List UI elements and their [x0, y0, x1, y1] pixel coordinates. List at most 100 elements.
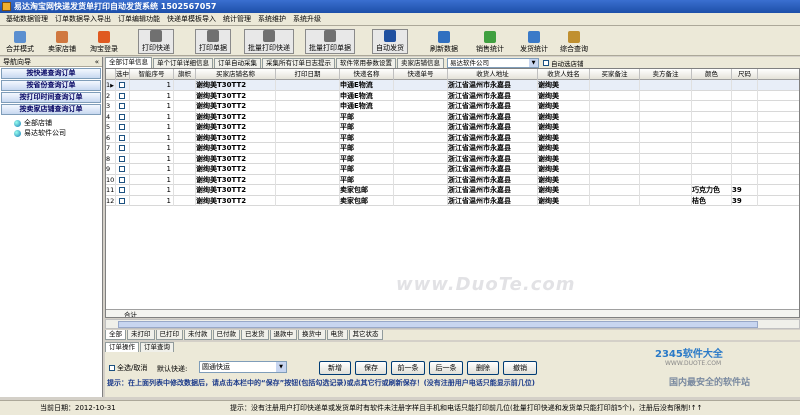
menu-item-stats[interactable]: 统计管理 — [223, 14, 251, 24]
flag-cell[interactable] — [174, 174, 196, 185]
filter-tab[interactable]: 已发货 — [241, 330, 269, 340]
seller-shop-button[interactable]: 卖家店铺 — [48, 29, 76, 54]
table-row[interactable]: 4 1 谢绚美T30TT2 平邮 浙江省温州市永嘉县 谢绚美 — [106, 111, 799, 122]
column-header[interactable]: 选中 — [116, 69, 130, 80]
row-select-checkbox[interactable] — [116, 195, 130, 206]
nav-query-by-shop[interactable]: 按卖家店铺查询订单 — [1, 104, 101, 115]
row-select-checkbox[interactable] — [116, 111, 130, 122]
filter-tab[interactable]: 电货 — [326, 330, 348, 340]
flag-cell[interactable] — [174, 164, 196, 175]
next-button[interactable]: 后一条 — [429, 361, 463, 375]
row-select-checkbox[interactable] — [116, 164, 130, 175]
flag-cell[interactable] — [174, 195, 196, 206]
filter-tab[interactable]: 全部 — [105, 330, 126, 340]
print-document-button[interactable]: 打印单据 — [195, 29, 231, 54]
save-button[interactable]: 保存 — [355, 361, 387, 375]
row-select-checkbox[interactable] — [116, 90, 130, 101]
row-select-checkbox[interactable] — [116, 153, 130, 164]
filter-tab[interactable]: 未付款 — [184, 330, 212, 340]
add-button[interactable]: 新增 — [319, 361, 351, 375]
filter-tab[interactable]: 换货中 — [298, 330, 326, 340]
previous-button[interactable]: 前一条 — [391, 361, 425, 375]
collapse-icon[interactable]: « — [95, 57, 99, 67]
table-row[interactable]: 11 1 谢绚美T30TT2 卖家包邮 浙江省温州市永嘉县 谢绚美 巧克力色 39 — [106, 185, 799, 196]
batch-print-express-button[interactable]: 批量打印快递 — [244, 29, 294, 54]
tab-order-ops[interactable]: 订单操作 — [105, 342, 139, 352]
table-row[interactable]: 7 1 谢绚美T30TT2 平邮 浙江省温州市永嘉县 谢绚美 — [106, 143, 799, 154]
filter-tab[interactable]: 已付款 — [212, 330, 240, 340]
nav-query-by-province[interactable]: 按省份查询订单 — [1, 80, 101, 91]
auto-select-shop-checkbox[interactable]: 自动选店铺 — [543, 58, 584, 68]
table-row[interactable]: 9 1 谢绚美T30TT2 平邮 浙江省温州市永嘉县 谢绚美 — [106, 164, 799, 175]
row-select-checkbox[interactable] — [116, 132, 130, 143]
taobao-login-button[interactable]: 淘宝登录 — [90, 29, 118, 54]
table-row[interactable]: 2 1 谢绚美T30TT2 申通E物流 浙江省温州市永嘉县 谢绚美 — [106, 90, 799, 101]
print-express-button[interactable]: 打印快递 — [138, 29, 174, 54]
filter-tab[interactable]: 退款中 — [269, 330, 297, 340]
auto-ship-button[interactable]: 自动发货 — [372, 29, 408, 54]
tree-item-yida[interactable]: 易达软件公司 — [14, 128, 102, 138]
column-header[interactable]: 买家店铺名称 — [196, 69, 276, 80]
tree-item-all-shops[interactable]: 全部店铺 — [14, 118, 102, 128]
tab-shop-info[interactable]: 卖家店铺信息 — [397, 58, 444, 68]
menu-item-order-edit[interactable]: 订单编辑功能 — [118, 14, 160, 24]
menu-item-maintenance[interactable]: 系统维护 — [258, 14, 286, 24]
filter-tab[interactable]: 已打印 — [155, 330, 183, 340]
column-header[interactable]: 颜色 — [692, 69, 732, 80]
row-select-checkbox[interactable] — [116, 101, 130, 112]
table-row[interactable]: 6 1 谢绚美T30TT2 平邮 浙江省温州市永嘉县 谢绚美 — [106, 132, 799, 143]
column-header[interactable]: 收货人姓名 — [538, 69, 590, 80]
tab-settings[interactable]: 软件常用参数设置 — [336, 58, 396, 68]
column-header[interactable]: 旗帜 — [174, 69, 196, 80]
menu-item-basic-data[interactable]: 基础数据管理 — [6, 14, 48, 24]
tab-collect-log[interactable]: 采集所有订单日志提示 — [262, 58, 335, 68]
column-header[interactable]: 收货人地址 — [448, 69, 538, 80]
select-all-checkbox[interactable]: 全选/取消 — [109, 363, 147, 373]
flag-cell[interactable] — [174, 153, 196, 164]
general-query-button[interactable]: 综合查询 — [560, 29, 588, 54]
sales-stats-button[interactable]: 销售统计 — [476, 29, 504, 54]
tab-order-detail[interactable]: 单个订单详细信息 — [153, 58, 213, 68]
table-row[interactable]: 3 1 谢绚美T30TT2 申通E物流 浙江省温州市永嘉县 谢绚美 — [106, 101, 799, 112]
column-header[interactable]: 买家备注 — [590, 69, 640, 80]
flag-cell[interactable] — [174, 122, 196, 133]
column-header[interactable]: 快递单号 — [394, 69, 448, 80]
flag-cell[interactable] — [174, 80, 196, 91]
filter-tab[interactable]: 其它状态 — [348, 330, 383, 340]
menu-item-template-import[interactable]: 快递单模板导入 — [167, 14, 216, 24]
flag-cell[interactable] — [174, 101, 196, 112]
column-header[interactable]: 快递名称 — [340, 69, 394, 80]
column-header[interactable]: 智能序号 — [130, 69, 174, 80]
table-row[interactable]: 12 1 谢绚美T30TT2 卖家包邮 浙江省温州市永嘉县 谢绚美 桔色 39 — [106, 195, 799, 206]
flag-cell[interactable] — [174, 185, 196, 196]
menu-item-import-export[interactable]: 订单数据导入导出 — [55, 14, 111, 24]
table-row[interactable]: 1▶ 1 谢绚美T30TT2 申通E物流 浙江省温州市永嘉县 谢绚美 — [106, 80, 799, 91]
tab-order-query[interactable]: 订单查询 — [140, 342, 174, 352]
row-select-checkbox[interactable] — [116, 80, 130, 91]
delete-button[interactable]: 删除 — [467, 361, 499, 375]
filter-tab[interactable]: 未打印 — [127, 330, 155, 340]
merge-mode-button[interactable]: 合并模式 — [6, 29, 34, 54]
column-header[interactable]: 尺码 — [732, 69, 758, 80]
table-row[interactable]: 10 1 谢绚美T30TT2 平邮 浙江省温州市永嘉县 谢绚美 — [106, 174, 799, 185]
flag-cell[interactable] — [174, 143, 196, 154]
batch-print-document-button[interactable]: 批量打印单据 — [305, 29, 355, 54]
shop-select[interactable]: 易达软件公司 ▼ — [447, 58, 539, 68]
table-row[interactable]: 8 1 谢绚美T30TT2 平邮 浙江省温州市永嘉县 谢绚美 — [106, 153, 799, 164]
undo-button[interactable]: 撤销 — [503, 361, 537, 375]
row-select-checkbox[interactable] — [116, 122, 130, 133]
row-select-checkbox[interactable] — [116, 143, 130, 154]
flag-cell[interactable] — [174, 90, 196, 101]
nav-query-by-courier[interactable]: 按快递查询订单 — [1, 68, 101, 79]
tab-all-orders[interactable]: 全部订单信息 — [105, 57, 152, 68]
nav-query-by-print-time[interactable]: 按打印时间查询订单 — [1, 92, 101, 103]
refresh-data-button[interactable]: 刷新数据 — [430, 29, 458, 54]
menu-item-upgrade[interactable]: 系统升级 — [293, 14, 321, 24]
row-select-checkbox[interactable] — [116, 174, 130, 185]
row-select-checkbox[interactable] — [116, 185, 130, 196]
shipping-stats-button[interactable]: 发货统计 — [520, 29, 548, 54]
flag-cell[interactable] — [174, 132, 196, 143]
horizontal-scrollbar[interactable] — [105, 319, 800, 329]
scrollbar-thumb[interactable] — [118, 321, 758, 328]
default-courier-select[interactable]: 圆通快运 ▼ — [199, 361, 287, 373]
